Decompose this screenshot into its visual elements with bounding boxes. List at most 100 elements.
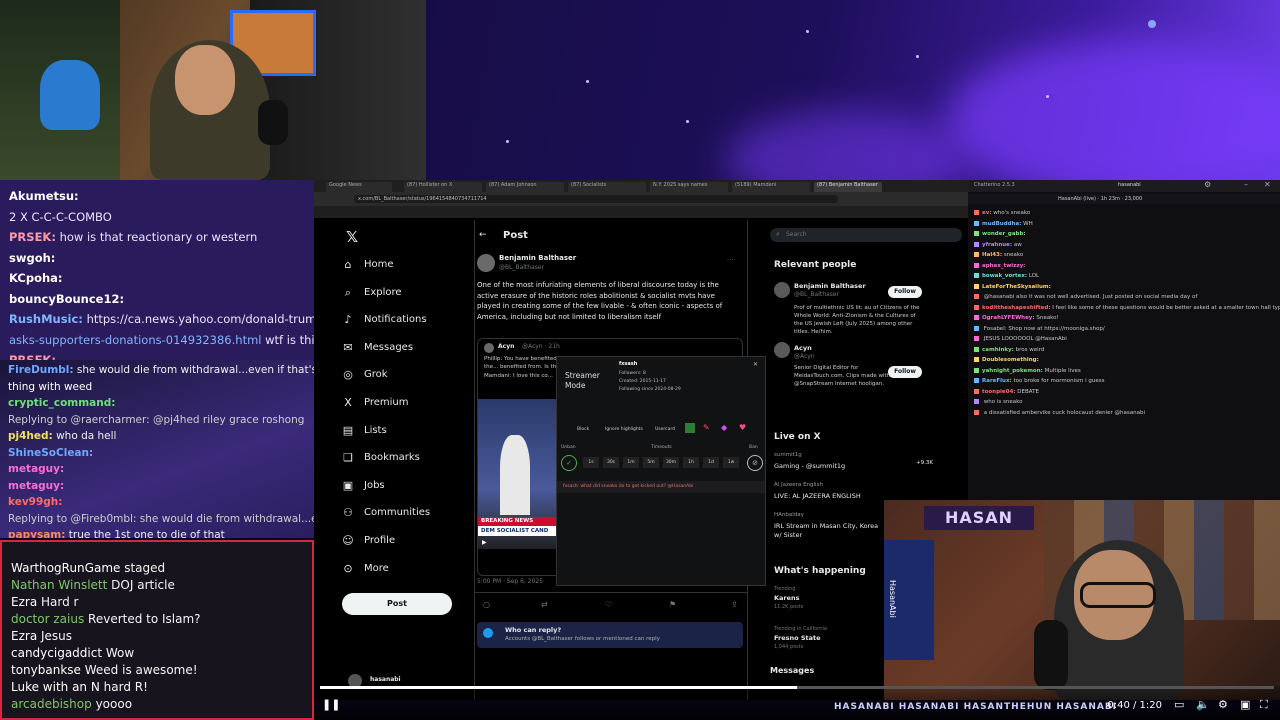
account-name[interactable]: hasanabi — [370, 676, 401, 683]
x-logo-icon[interactable]: 𝕏 — [346, 228, 358, 246]
chat-username[interactable]: Akumetsu: — [9, 189, 79, 203]
chat-username[interactable]: arcadebishop — [11, 697, 92, 711]
bookmark-icon[interactable]: ⚑ — [669, 600, 676, 609]
pencil-icon[interactable]: ✎ — [703, 423, 713, 433]
gem-icon[interactable]: ◆ — [721, 423, 731, 433]
nav-item-premium[interactable]: X Premium — [342, 396, 408, 409]
miniplayer-icon[interactable]: ▣ — [1240, 698, 1250, 711]
settings-icon[interactable]: ⚙ — [1218, 698, 1228, 711]
nav-item-more[interactable]: ⊙ More — [342, 562, 388, 575]
author-name[interactable]: Benjamin Balthaser — [499, 254, 576, 262]
rp1-name[interactable]: Benjamin Balthaser — [794, 282, 866, 290]
timeout-button[interactable]: 1s — [583, 457, 599, 468]
chat-username[interactable]: bouncyBounce12: — [9, 292, 124, 306]
reply-icon[interactable]: ○ — [483, 600, 490, 609]
chat-username[interactable]: Hal43: — [982, 252, 1002, 258]
author-handle[interactable]: @BL_Balthaser — [499, 264, 544, 271]
browser-tab-active[interactable]: (87) Benjamin Balthaser — [814, 182, 882, 192]
chat-username[interactable]: bowak_vortex: — [982, 273, 1027, 279]
chat-username[interactable]: metaguy: — [8, 463, 64, 475]
progress-bar[interactable] — [320, 686, 1274, 689]
captions-icon[interactable]: ▭ — [1174, 698, 1184, 711]
trend1-name[interactable]: Karens — [774, 594, 800, 602]
chat-username[interactable]: OgrahLYFEWhey: — [982, 315, 1035, 321]
back-arrow-icon[interactable]: ← — [479, 230, 487, 240]
video-thumbnail[interactable]: BREAKING NEWS DEM SOCIALIST CAND ▶ — [478, 399, 556, 549]
chat-username[interactable]: PRSEK: — [9, 230, 56, 244]
timeout-button[interactable]: 30m — [663, 457, 679, 468]
chat-username[interactable]: LateForTheSkysailum: — [982, 284, 1051, 290]
timeout-button[interactable]: 1m — [623, 457, 639, 468]
more-options-icon[interactable]: ··· — [727, 256, 734, 264]
chat-username[interactable]: cryptic_command: — [8, 397, 115, 409]
chat-username[interactable]: kev99gh: — [8, 496, 62, 508]
close-window-icon[interactable]: ✕ — [1264, 180, 1271, 189]
messages-drawer[interactable]: Messages — [770, 666, 814, 675]
usercard-username[interactable]: fxsash — [619, 361, 637, 367]
chat-username[interactable]: papysam: — [8, 529, 65, 538]
nav-item-communities[interactable]: ⚇ Communities — [342, 506, 430, 519]
rp2-avatar[interactable] — [774, 342, 790, 358]
chat-username[interactable]: swgoh: — [9, 251, 55, 265]
timeout-button[interactable]: 1d — [703, 457, 719, 468]
nav-item-home[interactable]: ⌂ Home — [342, 258, 394, 271]
chat-username[interactable]: KCpoha: — [9, 271, 63, 285]
chat-username[interactable]: RareFlux: — [982, 378, 1012, 384]
url-input[interactable]: x.com/BL_Balthaser/status/19641548407347… — [354, 195, 838, 203]
rp2-handle[interactable]: @Acyn — [794, 353, 815, 360]
chatterino-channel-tab[interactable]: hasanabi — [1118, 182, 1141, 188]
nav-item-lists[interactable]: ▤ Lists — [342, 424, 387, 437]
chat-username[interactable]: ev: — [982, 210, 992, 216]
chat-username[interactable]: Ezra — [11, 595, 37, 609]
settings-icon[interactable]: ⚙ — [1204, 180, 1211, 189]
chat-username[interactable]: yfrahnue: — [982, 242, 1012, 248]
live1-user[interactable]: summit1g — [774, 452, 802, 458]
nav-item-messages[interactable]: ✉ Messages — [342, 341, 413, 354]
rp1-avatar[interactable] — [774, 282, 790, 298]
ignore-option[interactable]: Ignore highlights — [605, 427, 643, 432]
browser-tab[interactable]: (5189) Mamdani — [732, 182, 810, 192]
chat-username[interactable]: ShineSoClean: — [8, 447, 93, 459]
nav-item-profile[interactable]: ☺ Profile — [342, 534, 395, 547]
ban-icon[interactable]: ⊘ — [747, 455, 763, 471]
chat-username[interactable]: toonpie04: — [982, 389, 1016, 395]
chat-username[interactable]: kodittheshapeshifted: — [982, 305, 1051, 311]
usercard-button[interactable]: Usercard — [655, 427, 675, 432]
browser-tab[interactable]: (87) Hollister on X — [404, 182, 482, 192]
chat-username[interactable]: metaguy: — [8, 480, 64, 492]
timeout-button[interactable]: 1h — [683, 457, 699, 468]
chat-username[interactable]: PRSEK: — [9, 353, 56, 360]
browser-tab[interactable]: N.Y. 2025 says names — [650, 182, 728, 192]
search-box[interactable]: ⌕ Search — [770, 228, 962, 242]
nav-item-notifications[interactable]: ♪ Notifications — [342, 313, 426, 326]
unban-icon[interactable]: ✓ — [561, 455, 577, 471]
chat-username[interactable]: Ezra — [11, 629, 37, 643]
nav-item-bookmarks[interactable]: ❏ Bookmarks — [342, 451, 420, 464]
nav-item-grok[interactable]: ◎ Grok — [342, 368, 387, 381]
like-icon[interactable]: ♡ — [605, 600, 612, 609]
chat-username[interactable]: tonybankse — [11, 663, 81, 677]
chat-username[interactable]: pj4hed: — [8, 430, 53, 442]
chat-username[interactable]: Luke with an N — [11, 680, 100, 694]
author-avatar[interactable] — [477, 254, 495, 272]
close-icon[interactable]: ✕ — [753, 361, 758, 368]
chat-username[interactable]: camhinky: — [982, 347, 1014, 353]
minimize-icon[interactable]: – — [1244, 180, 1248, 189]
chat-username[interactable]: wonder_gabb: — [982, 231, 1026, 237]
pause-icon[interactable]: ❚❚ — [322, 698, 340, 711]
live3-title[interactable]: IRL Stream in Masan City, Korea w/ Siste… — [774, 522, 884, 540]
chat-username[interactable]: Doublesomething: — [982, 357, 1039, 363]
heart-icon[interactable]: ♥ — [739, 423, 749, 433]
timeout-button[interactable]: 30s — [603, 457, 619, 468]
chat-username[interactable]: candycigaddict — [11, 646, 102, 660]
follow-button[interactable]: Follow — [888, 286, 922, 298]
chat-username[interactable]: FireDumbl: — [8, 364, 74, 376]
live2-title[interactable]: LIVE: AL JAZEERA ENGLISH — [774, 492, 861, 500]
chat-username[interactable]: WarthogRunGame — [11, 561, 120, 575]
live2-user[interactable]: Al Jazeera English — [774, 482, 823, 488]
nav-item-explore[interactable]: ⌕ Explore — [342, 286, 402, 300]
fullscreen-icon[interactable]: ⛶ — [1260, 698, 1268, 712]
browser-tab[interactable]: Google News — [326, 182, 392, 192]
chat-username[interactable]: Nathan Winslett — [11, 578, 107, 592]
mod-icon[interactable] — [685, 423, 695, 433]
